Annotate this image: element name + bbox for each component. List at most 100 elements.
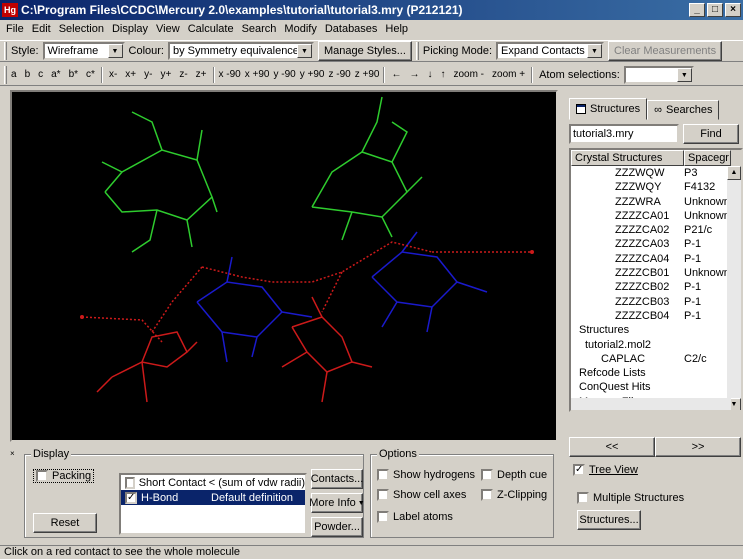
bond-line[interactable] — [201, 241, 433, 283]
menu-calculate[interactable]: Calculate — [184, 23, 238, 35]
tree-row[interactable]: ZZZZCA04 P-1 — [571, 252, 741, 266]
bond-line[interactable] — [351, 361, 373, 368]
bond-line[interactable] — [186, 219, 193, 248]
bond-line[interactable] — [341, 211, 353, 241]
rotate-z-minus-button[interactable]: z -90 — [326, 69, 352, 80]
view-y-minus-button[interactable]: y- — [140, 69, 156, 80]
structures-tree[interactable]: Crystal Structures Spacegr ZZZWQW P3 ZZZWQ… — [569, 148, 743, 412]
bond-line[interactable] — [311, 296, 323, 318]
reset-button[interactable]: Reset — [33, 513, 97, 533]
tree-row[interactable]: ZZZZCB02 P-1 — [571, 280, 741, 294]
short-contact-checkbox[interactable] — [125, 476, 135, 489]
tree-row[interactable]: Structures — [571, 323, 741, 337]
column-spacegroup[interactable]: Spacegr — [684, 150, 731, 166]
tree-row[interactable]: ZZZWQY F4132 — [571, 180, 741, 194]
red-molecules[interactable] — [96, 296, 373, 403]
tree-row[interactable]: ConQuest Hits — [571, 380, 741, 394]
bond-line[interactable] — [101, 161, 123, 173]
menu-search[interactable]: Search — [238, 23, 281, 35]
packing-toggle[interactable]: Packing — [33, 469, 95, 483]
view-x-plus-button[interactable]: x+ — [121, 69, 140, 80]
bond-line[interactable] — [141, 361, 148, 403]
contact-row-hbond[interactable]: ✓ H-Bond Default definition — [121, 490, 305, 505]
menu-help[interactable]: Help — [381, 23, 412, 35]
molecule-canvas[interactable] — [12, 92, 556, 440]
bond-line[interactable] — [406, 176, 423, 193]
bond-line[interactable] — [281, 351, 308, 368]
zoom-in-button[interactable]: zoom + — [488, 69, 529, 80]
view-a-star-button[interactable]: a* — [47, 69, 64, 80]
tree-row[interactable]: ZZZZCB03 P-1 — [571, 295, 741, 309]
packing-checkbox[interactable] — [36, 470, 48, 482]
bond-line[interactable] — [111, 331, 188, 378]
tree-row[interactable]: tutorial2.mol2 — [571, 338, 741, 352]
pan-up-icon[interactable]: ↑ — [436, 69, 449, 80]
view-z-minus-button[interactable]: z- — [175, 69, 191, 80]
next-structure-button[interactable]: >> — [655, 437, 741, 457]
pan-right-icon[interactable]: → — [405, 69, 423, 80]
zoom-out-button[interactable]: zoom - — [449, 69, 488, 80]
tree-scrollbar[interactable]: ▲ ▼ — [727, 166, 741, 410]
contact-endpoint[interactable] — [530, 250, 534, 254]
bond-line[interactable] — [226, 256, 233, 283]
menu-databases[interactable]: Databases — [321, 23, 382, 35]
view-c-button[interactable]: c — [34, 69, 47, 80]
bond-line[interactable] — [426, 306, 433, 333]
tree-row[interactable]: ZZZWQW P3 — [571, 166, 741, 180]
close-panel-icon[interactable]: × — [10, 450, 18, 458]
bond-line[interactable] — [371, 251, 459, 308]
view-a-button[interactable]: a — [7, 69, 21, 80]
chevron-down-icon[interactable]: ▼ — [296, 44, 312, 58]
bond-line[interactable] — [456, 281, 488, 293]
view-z-plus-button[interactable]: z+ — [192, 69, 211, 80]
bond-line[interactable] — [196, 281, 284, 338]
show-hydrogens-checkbox[interactable] — [377, 469, 389, 481]
tree-view-toggle[interactable]: ✓ Tree View — [573, 464, 638, 476]
green-molecules[interactable] — [101, 96, 423, 253]
bond-line[interactable] — [104, 149, 213, 221]
powder-button[interactable]: Powder... — [311, 517, 363, 537]
bond-line[interactable] — [281, 311, 313, 318]
contacts-button[interactable]: Contacts... — [311, 469, 363, 489]
structure-search-input[interactable]: tutorial3.mry — [569, 124, 679, 144]
bond-line[interactable] — [221, 331, 228, 363]
molecule-viewer[interactable] — [10, 90, 558, 442]
tree-row[interactable]: CAPLAC C2/c — [571, 352, 741, 366]
chevron-down-icon[interactable]: ▼ — [107, 44, 123, 58]
bond-line[interactable] — [151, 266, 203, 333]
label-atoms-checkbox[interactable] — [377, 511, 389, 523]
bond-line[interactable] — [196, 129, 203, 161]
bond-line[interactable] — [81, 316, 163, 343]
menu-file[interactable]: File — [2, 23, 28, 35]
find-button[interactable]: Find — [683, 124, 739, 144]
rotate-z-plus-button[interactable]: z +90 — [353, 69, 382, 80]
atom-selections-select[interactable]: ▼ — [623, 65, 694, 84]
pan-left-icon[interactable]: ← — [387, 69, 405, 80]
chevron-down-icon[interactable]: ▼ — [587, 44, 603, 58]
hbond-checkbox[interactable]: ✓ — [125, 491, 137, 504]
rotate-x-minus-button[interactable]: x -90 — [217, 69, 243, 80]
show-cell-axes-toggle[interactable]: Show cell axes — [377, 489, 466, 501]
tree-row[interactable]: ZZZZCA03 P-1 — [571, 237, 741, 251]
bond-line[interactable] — [131, 111, 163, 151]
more-info-button[interactable]: More Info ▼ — [309, 493, 365, 513]
tree-row[interactable]: ZZZZCB04 P-1 — [571, 309, 741, 323]
toolbar-grip[interactable] — [415, 42, 419, 60]
contact-row-short[interactable]: Short Contact < (sum of vdw radii) — [121, 475, 305, 490]
menu-modify[interactable]: Modify — [280, 23, 320, 35]
tree-row[interactable]: ZZZZCB01 Unknown — [571, 266, 741, 280]
z-clipping-checkbox[interactable] — [481, 489, 493, 501]
tree-row[interactable]: ZZZZCA02 P21/c — [571, 223, 741, 237]
toolbar-grip[interactable] — [4, 42, 7, 60]
rotate-y-minus-button[interactable]: y -90 — [271, 69, 297, 80]
contacts-list[interactable]: Short Contact < (sum of vdw radii) ✓ H-B… — [119, 473, 307, 535]
bond-line[interactable] — [131, 209, 158, 253]
menu-edit[interactable]: Edit — [28, 23, 55, 35]
tree-hscrollbar[interactable] — [571, 398, 731, 410]
tree-row[interactable]: ZZZZCA01 Unknown — [571, 209, 741, 223]
bond-line[interactable] — [211, 196, 218, 213]
previous-structure-button[interactable]: << — [569, 437, 655, 457]
show-cell-axes-checkbox[interactable] — [377, 489, 389, 501]
bond-line[interactable] — [291, 316, 353, 373]
view-c-star-button[interactable]: c* — [82, 69, 99, 80]
